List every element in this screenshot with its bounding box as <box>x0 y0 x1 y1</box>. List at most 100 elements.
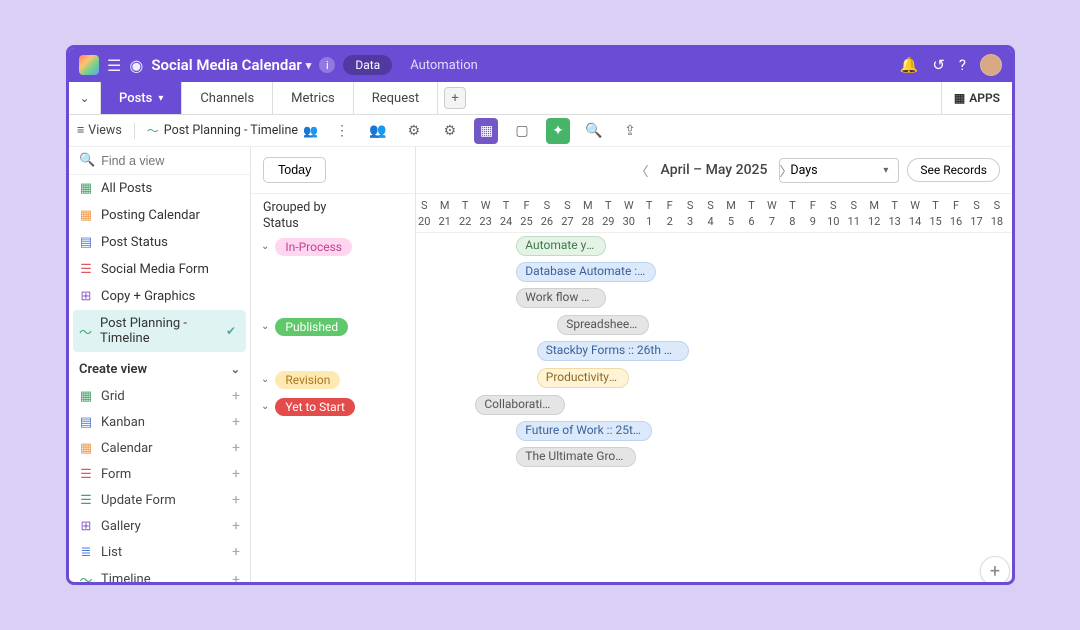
grid-icon: ▦ <box>79 389 93 404</box>
create-view-item[interactable]: ≣List+ <box>69 539 250 565</box>
sidebar-view-item[interactable]: ▦All Posts <box>69 175 250 202</box>
history-icon[interactable]: ↺ <box>932 56 945 74</box>
create-view-item[interactable]: ▦Grid+ <box>69 383 250 409</box>
calendar-icon[interactable]: ▢ <box>510 120 534 142</box>
line-icon: 〜 <box>79 322 92 341</box>
search-icon[interactable]: 🔍 <box>582 123 606 139</box>
create-view-label: Create view <box>79 362 147 377</box>
filter-icon[interactable]: ⚙ <box>402 123 426 139</box>
tab-posts[interactable]: Posts ▾ <box>101 82 182 114</box>
timeline-event[interactable]: Work flow Mana... <box>516 288 606 308</box>
timeline-left-column: Today Grouped by Status ⌄In-Process ⌄Publ… <box>251 147 416 582</box>
create-view-label: Kanban <box>101 415 145 430</box>
workspace-title-text: Social Media Calendar <box>151 56 301 74</box>
people-icon[interactable]: ◉ <box>129 56 143 75</box>
date-range-nav: 〈 April – May 2025 〉 <box>636 161 793 180</box>
create-view-label: List <box>101 545 122 560</box>
day-column-header: S20 <box>416 194 434 228</box>
tab-label: Request <box>372 91 419 106</box>
create-view-item[interactable]: ☰Update Form+ <box>69 487 250 513</box>
collapse-group-icon[interactable]: ⌄ <box>261 241 269 252</box>
apps-button[interactable]: ▦ APPS <box>941 82 1012 114</box>
create-view-item[interactable]: 〜Timeline+ <box>69 565 250 582</box>
automation-link[interactable]: Automation <box>410 58 478 73</box>
date-range-label: April – May 2025 <box>661 162 768 178</box>
tab-label: Metrics <box>291 91 335 106</box>
day-column-header: M28 <box>578 194 598 228</box>
create-view-item[interactable]: ▤ Kanban + <box>69 409 250 435</box>
today-button[interactable]: Today <box>263 157 326 183</box>
plus-icon: + <box>232 414 240 430</box>
create-view-label: Form <box>101 467 131 482</box>
group-row[interactable]: ⌄Revision <box>251 366 340 393</box>
day-column-header: F25 <box>516 194 536 228</box>
sidebar-view-item[interactable]: ⊞Copy + Graphics <box>69 283 250 310</box>
collapse-sidebar-button[interactable]: ⌄ <box>69 82 101 114</box>
group-row[interactable]: ⌄In-Process <box>251 233 352 260</box>
apps-label: APPS <box>969 91 1000 105</box>
menu-icon[interactable]: ☰ <box>107 56 121 75</box>
create-view-label: Calendar <box>101 441 153 456</box>
collapse-group-icon[interactable]: ⌄ <box>261 321 269 332</box>
current-view-name[interactable]: 〜 Post Planning - Timeline 👥 <box>147 122 318 139</box>
add-tab-button[interactable]: + <box>444 87 466 109</box>
sidebar-view-item[interactable]: ▤Post Status <box>69 229 250 256</box>
collaborators-icon[interactable]: 👥 <box>366 123 390 139</box>
timeline-event[interactable]: Stackby Forms :: 26th April, 2... <box>537 341 689 361</box>
info-icon[interactable]: i <box>319 57 335 73</box>
create-view-label: Gallery <box>101 519 141 534</box>
sidebar-view-item[interactable]: 〜Post Planning - Timeline✔ <box>73 310 246 352</box>
day-column-header: M12 <box>864 194 884 228</box>
group-row[interactable]: ⌄Yet to Start <box>251 393 355 420</box>
more-icon[interactable]: ⋮ <box>330 123 354 139</box>
timeline-event[interactable]: Collaboration is ... <box>475 395 565 415</box>
create-view-item[interactable]: ☰Form+ <box>69 461 250 487</box>
tab-channels[interactable]: Channels <box>182 82 273 114</box>
collapse-group-icon[interactable]: ⌄ <box>261 374 269 385</box>
day-column-header: T1 <box>639 194 659 228</box>
create-view-label: Update Form <box>101 493 176 508</box>
tab-request[interactable]: Request <box>354 82 438 114</box>
kan-icon: ▤ <box>79 415 93 430</box>
tab-metrics[interactable]: Metrics <box>273 82 354 114</box>
next-range-button[interactable]: 〉 <box>779 161 792 180</box>
zoom-select[interactable]: Days ▾ <box>779 158 899 183</box>
create-view-list: ▦Grid+▤Kanban+▦Calendar+☰Form+☰Update Fo… <box>69 383 250 582</box>
find-view-input[interactable] <box>101 154 251 168</box>
day-column-header: F16 <box>946 194 966 228</box>
avatar[interactable] <box>980 54 1002 76</box>
plus-icon: + <box>232 544 240 560</box>
day-column-header: W14 <box>905 194 925 228</box>
views-button[interactable]: ≡ Views <box>77 123 122 138</box>
group-row[interactable]: ⌄Published <box>251 313 348 340</box>
workspace-title[interactable]: Social Media Calendar ▾ <box>151 56 311 74</box>
timeline-event[interactable]: Database Automate :: 25th ... <box>516 262 656 282</box>
cal-icon: ▦ <box>79 208 93 223</box>
automation-run-icon[interactable]: ✦ <box>546 118 570 144</box>
formg-icon: ☰ <box>79 493 93 508</box>
timeline-event[interactable]: Automate your w... <box>516 236 606 256</box>
collapse-group-icon[interactable]: ⌄ <box>261 401 269 412</box>
create-view-item[interactable]: ⊞Gallery+ <box>69 513 250 539</box>
timeline-event[interactable]: The Ultimate Growth H... <box>516 447 636 467</box>
export-icon[interactable]: ⇪ <box>618 123 642 139</box>
bell-icon[interactable]: 🔔 <box>900 56 919 74</box>
see-records-button[interactable]: See Records <box>907 158 1000 182</box>
gear-icon[interactable]: ⚙ <box>438 123 462 139</box>
layout-expanded-icon[interactable]: ▦ <box>474 118 498 144</box>
add-record-fab[interactable]: + <box>980 556 1010 582</box>
sidebar-view-item[interactable]: ☰Social Media Form <box>69 256 250 283</box>
timeline-event[interactable]: Future of Work :: 25th Apri... <box>516 421 652 441</box>
prev-range-button[interactable]: 〈 <box>636 161 649 180</box>
help-icon[interactable]: ? <box>959 56 966 74</box>
timeline-body[interactable]: Automate your w...Database Automate :: 2… <box>416 233 1012 573</box>
timeline-event[interactable]: Spreadsheets m... <box>557 315 649 335</box>
create-view-item[interactable]: ▦Calendar+ <box>69 435 250 461</box>
data-pill[interactable]: Data <box>343 55 392 75</box>
timeline-event[interactable]: Productivity kills... <box>537 368 629 388</box>
grouped-by-label: Grouped by Status <box>251 193 415 233</box>
sidebar-view-item[interactable]: ▦Posting Calendar <box>69 202 250 229</box>
day-column-header: S17 <box>966 194 986 228</box>
day-column-header: S11 <box>844 194 864 228</box>
create-view-header[interactable]: Create view ⌄ <box>69 352 250 383</box>
